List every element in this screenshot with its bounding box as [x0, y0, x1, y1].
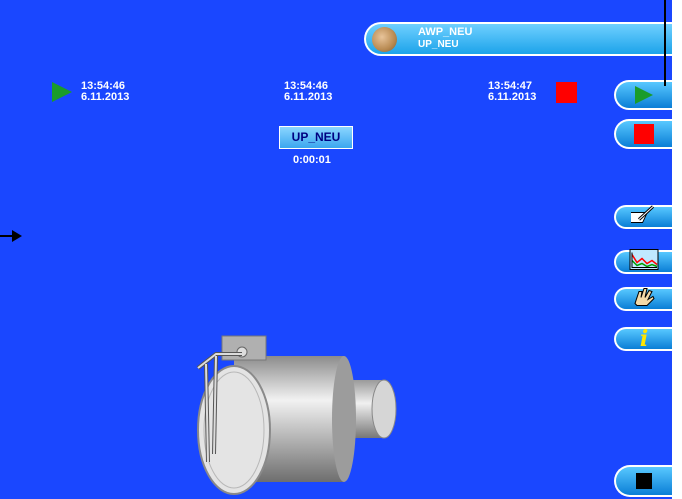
- square-icon: [636, 473, 652, 489]
- stop-icon: [634, 124, 654, 144]
- start-date: 6.11.2013: [81, 91, 130, 103]
- stop-button[interactable]: [614, 119, 672, 149]
- end-date: 6.11.2013: [488, 91, 537, 103]
- connector-line: [664, 0, 666, 86]
- current-date: 6.11.2013: [284, 91, 333, 103]
- end-status-icon: [556, 82, 577, 103]
- header-subtitle: UP_NEU: [418, 39, 459, 50]
- edit-button[interactable]: [614, 205, 672, 229]
- program-button[interactable]: UP_NEU: [279, 126, 353, 149]
- play-icon: [635, 86, 653, 104]
- arrow-right-icon: [0, 230, 22, 242]
- exit-button[interactable]: [614, 465, 672, 497]
- header-bar[interactable]: AWP_NEU UP_NEU: [364, 22, 672, 56]
- pen-icon: [623, 205, 657, 230]
- machine-illustration: [196, 335, 397, 495]
- elapsed-time: 0:00:01: [293, 154, 331, 166]
- info-button[interactable]: i: [614, 327, 672, 351]
- manual-button[interactable]: [614, 287, 672, 311]
- header-title: AWP_NEU: [418, 26, 473, 38]
- hand-icon: [631, 286, 657, 313]
- graph-button[interactable]: [614, 249, 672, 276]
- info-icon: i: [639, 326, 649, 352]
- start-status-icon: [52, 82, 72, 102]
- chart-icon: [629, 249, 659, 276]
- operator-avatar: [372, 27, 397, 52]
- main-screen: AWP_NEU UP_NEU 13:54:46 6.11.2013 13:54:…: [0, 0, 672, 499]
